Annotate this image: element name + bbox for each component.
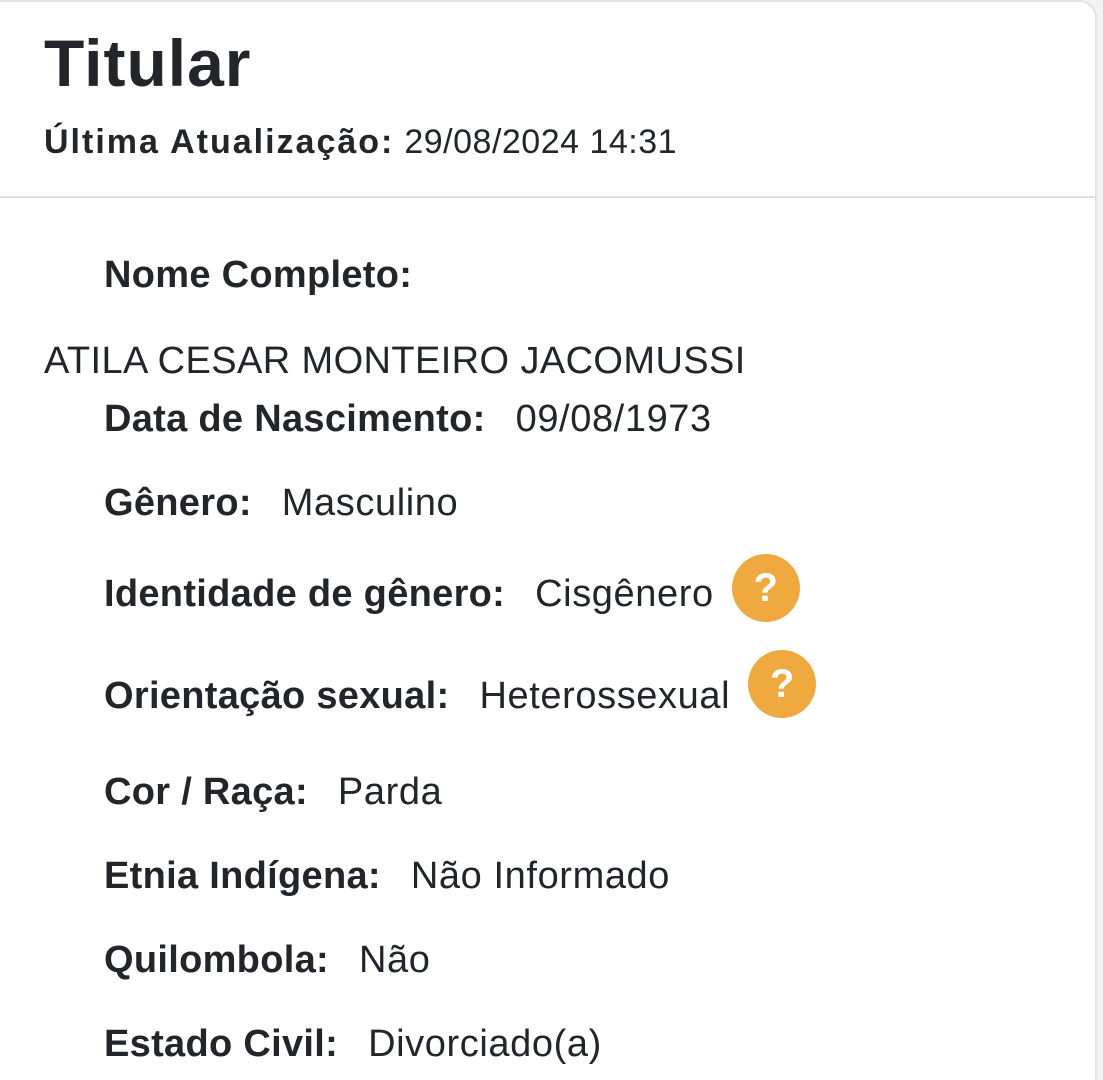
etnia-label: Etnia Indígena:: [104, 855, 381, 897]
nome-label: Nome Completo:: [104, 254, 413, 296]
orientacao-value: Heterossexual: [479, 675, 731, 717]
help-icon[interactable]: ?: [731, 554, 800, 622]
titular-card: Titular Última Atualização: 29/08/2024 14…: [0, 0, 1097, 1080]
identidade-label: Identidade de gênero:: [104, 573, 506, 615]
nascimento-value: 09/08/1973: [515, 398, 712, 440]
genero-label: Gênero:: [104, 482, 252, 524]
field-cor: Cor / Raça: Parda: [104, 769, 442, 815]
last-updated: Última Atualização: 29/08/2024 14:31: [44, 122, 677, 162]
nome-value: ATILA CESAR MONTEIRO JACOMUSSI: [44, 340, 746, 382]
genero-value: Masculino: [281, 482, 459, 524]
field-nome: Nome Completo:: [104, 252, 412, 298]
etnia-value: Não Informado: [410, 855, 671, 897]
field-quilombola: Quilombola: Não: [104, 937, 430, 983]
quilombola-value: Não: [358, 939, 431, 981]
estado-civil-value: Divorciado(a): [368, 1023, 602, 1065]
card-header: Titular Última Atualização: 29/08/2024 14…: [0, 2, 1095, 198]
estado-civil-label: Estado Civil:: [104, 1023, 339, 1065]
field-genero: Gênero: Masculino: [104, 480, 458, 526]
cor-value: Parda: [337, 771, 443, 813]
field-orientacao: Orientação sexual: Heterossexual ?: [104, 650, 817, 730]
cor-label: Cor / Raça:: [104, 771, 308, 813]
page-title: Titular: [44, 26, 252, 100]
field-identidade: Identidade de gênero: Cisgênero ?: [104, 554, 800, 628]
nascimento-label: Data de Nascimento:: [104, 398, 486, 440]
field-nascimento: Data de Nascimento: 09/08/1973: [104, 396, 712, 442]
help-icon-glyph: ?: [769, 662, 795, 706]
help-icon-glyph: ?: [753, 566, 778, 610]
last-updated-value: 29/08/2024 14:31: [404, 123, 678, 161]
last-updated-label: Última Atualização:: [44, 123, 395, 161]
field-estado-civil: Estado Civil: Divorciado(a): [104, 1021, 602, 1067]
field-etnia: Etnia Indígena: Não Informado: [104, 853, 670, 899]
identidade-value: Cisgênero: [535, 573, 714, 615]
help-icon[interactable]: ?: [748, 650, 817, 718]
orientacao-label: Orientação sexual:: [104, 675, 450, 717]
quilombola-label: Quilombola:: [104, 939, 329, 981]
